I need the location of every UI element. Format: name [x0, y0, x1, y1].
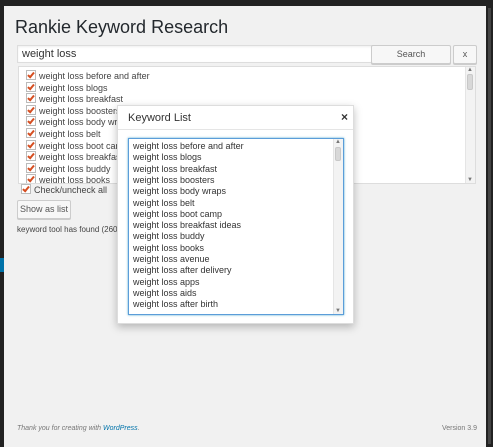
keyword-label: weight loss buddy	[39, 163, 111, 174]
window-scrollbar-track[interactable]	[488, 8, 491, 444]
scroll-thumb[interactable]	[467, 74, 473, 90]
page-title: Rankie Keyword Research	[15, 17, 229, 37]
keyword-list-line: weight loss breakfast ideas	[133, 220, 242, 231]
keyword-label: weight loss boot camp	[39, 140, 129, 151]
keyword-row[interactable]: weight loss breakfast	[26, 93, 123, 104]
check-all-toggle[interactable]: Check/uncheck all	[21, 184, 107, 195]
keyword-list-line: weight loss belt	[133, 197, 195, 208]
scroll-thumb[interactable]	[335, 147, 341, 161]
keyword-row[interactable]: weight loss before and after	[26, 70, 150, 81]
admin-menu-edge	[0, 6, 4, 447]
keyword-row[interactable]: weight loss books	[26, 174, 111, 184]
current-menu-marker	[0, 258, 4, 272]
show-as-list-button[interactable]: Show as list	[17, 200, 71, 219]
scroll-down-arrow-icon[interactable]: ▼	[467, 177, 473, 183]
keyword-list-line: weight loss after birth	[133, 299, 219, 310]
dialog-divider	[118, 129, 353, 130]
dialog-title: Keyword List	[128, 112, 191, 124]
scroll-up-arrow-icon[interactable]: ▲	[335, 139, 341, 145]
keyword-list-scrollbar[interactable]: ▲ ▼	[465, 67, 475, 183]
keyword-checkbox[interactable]	[26, 104, 36, 115]
keyword-row[interactable]: weight loss belt	[26, 128, 101, 139]
keyword-list-line: weight loss avenue	[133, 254, 210, 264]
keyword-list-line: weight loss books	[133, 242, 205, 253]
keyword-list-line: weight loss after delivery	[133, 265, 232, 276]
check-all-checkbox[interactable]	[21, 184, 31, 194]
keyword-label: weight loss breakfast	[39, 94, 124, 105]
keyword-list-line: weight loss boot camp	[133, 208, 223, 219]
keyword-list-line: weight loss aids	[133, 287, 197, 298]
keyword-checkbox[interactable]	[26, 174, 36, 183]
results-count-text: keyword tool has found (260	[17, 225, 118, 234]
clear-button[interactable]: x	[453, 45, 477, 64]
window-scrollbar[interactable]	[486, 6, 493, 447]
close-icon[interactable]: ×	[341, 110, 348, 124]
keyword-checkbox[interactable]	[26, 81, 36, 92]
keyword-list-line: weight loss apps	[133, 276, 200, 287]
keyword-row[interactable]: weight loss boot camp	[26, 139, 129, 151]
scroll-down-arrow-icon[interactable]: ▼	[335, 308, 341, 314]
keyword-list-line: weight loss blogs	[133, 152, 202, 163]
wordpress-link[interactable]: WordPress	[103, 425, 138, 432]
keyword-checkbox[interactable]	[26, 128, 36, 138]
textarea-scrollbar[interactable]: ▲ ▼	[333, 139, 343, 314]
scroll-up-arrow-icon[interactable]: ▲	[467, 67, 473, 73]
keyword-label: weight loss belt	[39, 129, 101, 139]
keyword-list-dialog: Keyword List × ▲ ▼ weight loss before an…	[117, 105, 354, 324]
search-button[interactable]: Search	[371, 45, 451, 64]
keyword-checkbox[interactable]	[26, 70, 36, 80]
keyword-row[interactable]: weight loss buddy	[26, 162, 111, 174]
keyword-list-line: weight loss boosters	[133, 174, 215, 185]
keyword-checkbox[interactable]	[26, 116, 36, 127]
keyword-list-line: weight loss body wraps	[133, 186, 227, 197]
keyword-row[interactable]: weight loss boosters	[26, 104, 121, 116]
keyword-label: weight loss before and after	[39, 71, 150, 81]
keyword-list-line: weight loss breakfast	[133, 163, 218, 174]
keyword-search-input[interactable]	[17, 45, 373, 63]
footer-credit: Thank you for creating with WordPress.	[17, 425, 140, 432]
keyword-list-line: weight loss before and after	[133, 141, 244, 151]
check-all-label: Check/uncheck all	[34, 185, 108, 195]
keyword-checkbox[interactable]	[26, 162, 36, 173]
version-text: Version 3.9	[441, 425, 477, 432]
keyword-checkbox[interactable]	[26, 139, 36, 150]
keyword-label: weight loss blogs	[39, 82, 108, 93]
keyword-list-textarea[interactable]: ▲ ▼ weight loss before and after weight l…	[128, 138, 344, 315]
keyword-label: weight loss boosters	[39, 105, 121, 116]
admin-bar	[0, 0, 493, 6]
keyword-label: weight loss books	[39, 175, 111, 184]
keyword-checkbox[interactable]	[26, 151, 36, 162]
keyword-checkbox[interactable]	[26, 93, 36, 104]
keyword-list-line: weight loss buddy	[133, 231, 205, 242]
keyword-row[interactable]: weight loss blogs	[26, 81, 108, 93]
